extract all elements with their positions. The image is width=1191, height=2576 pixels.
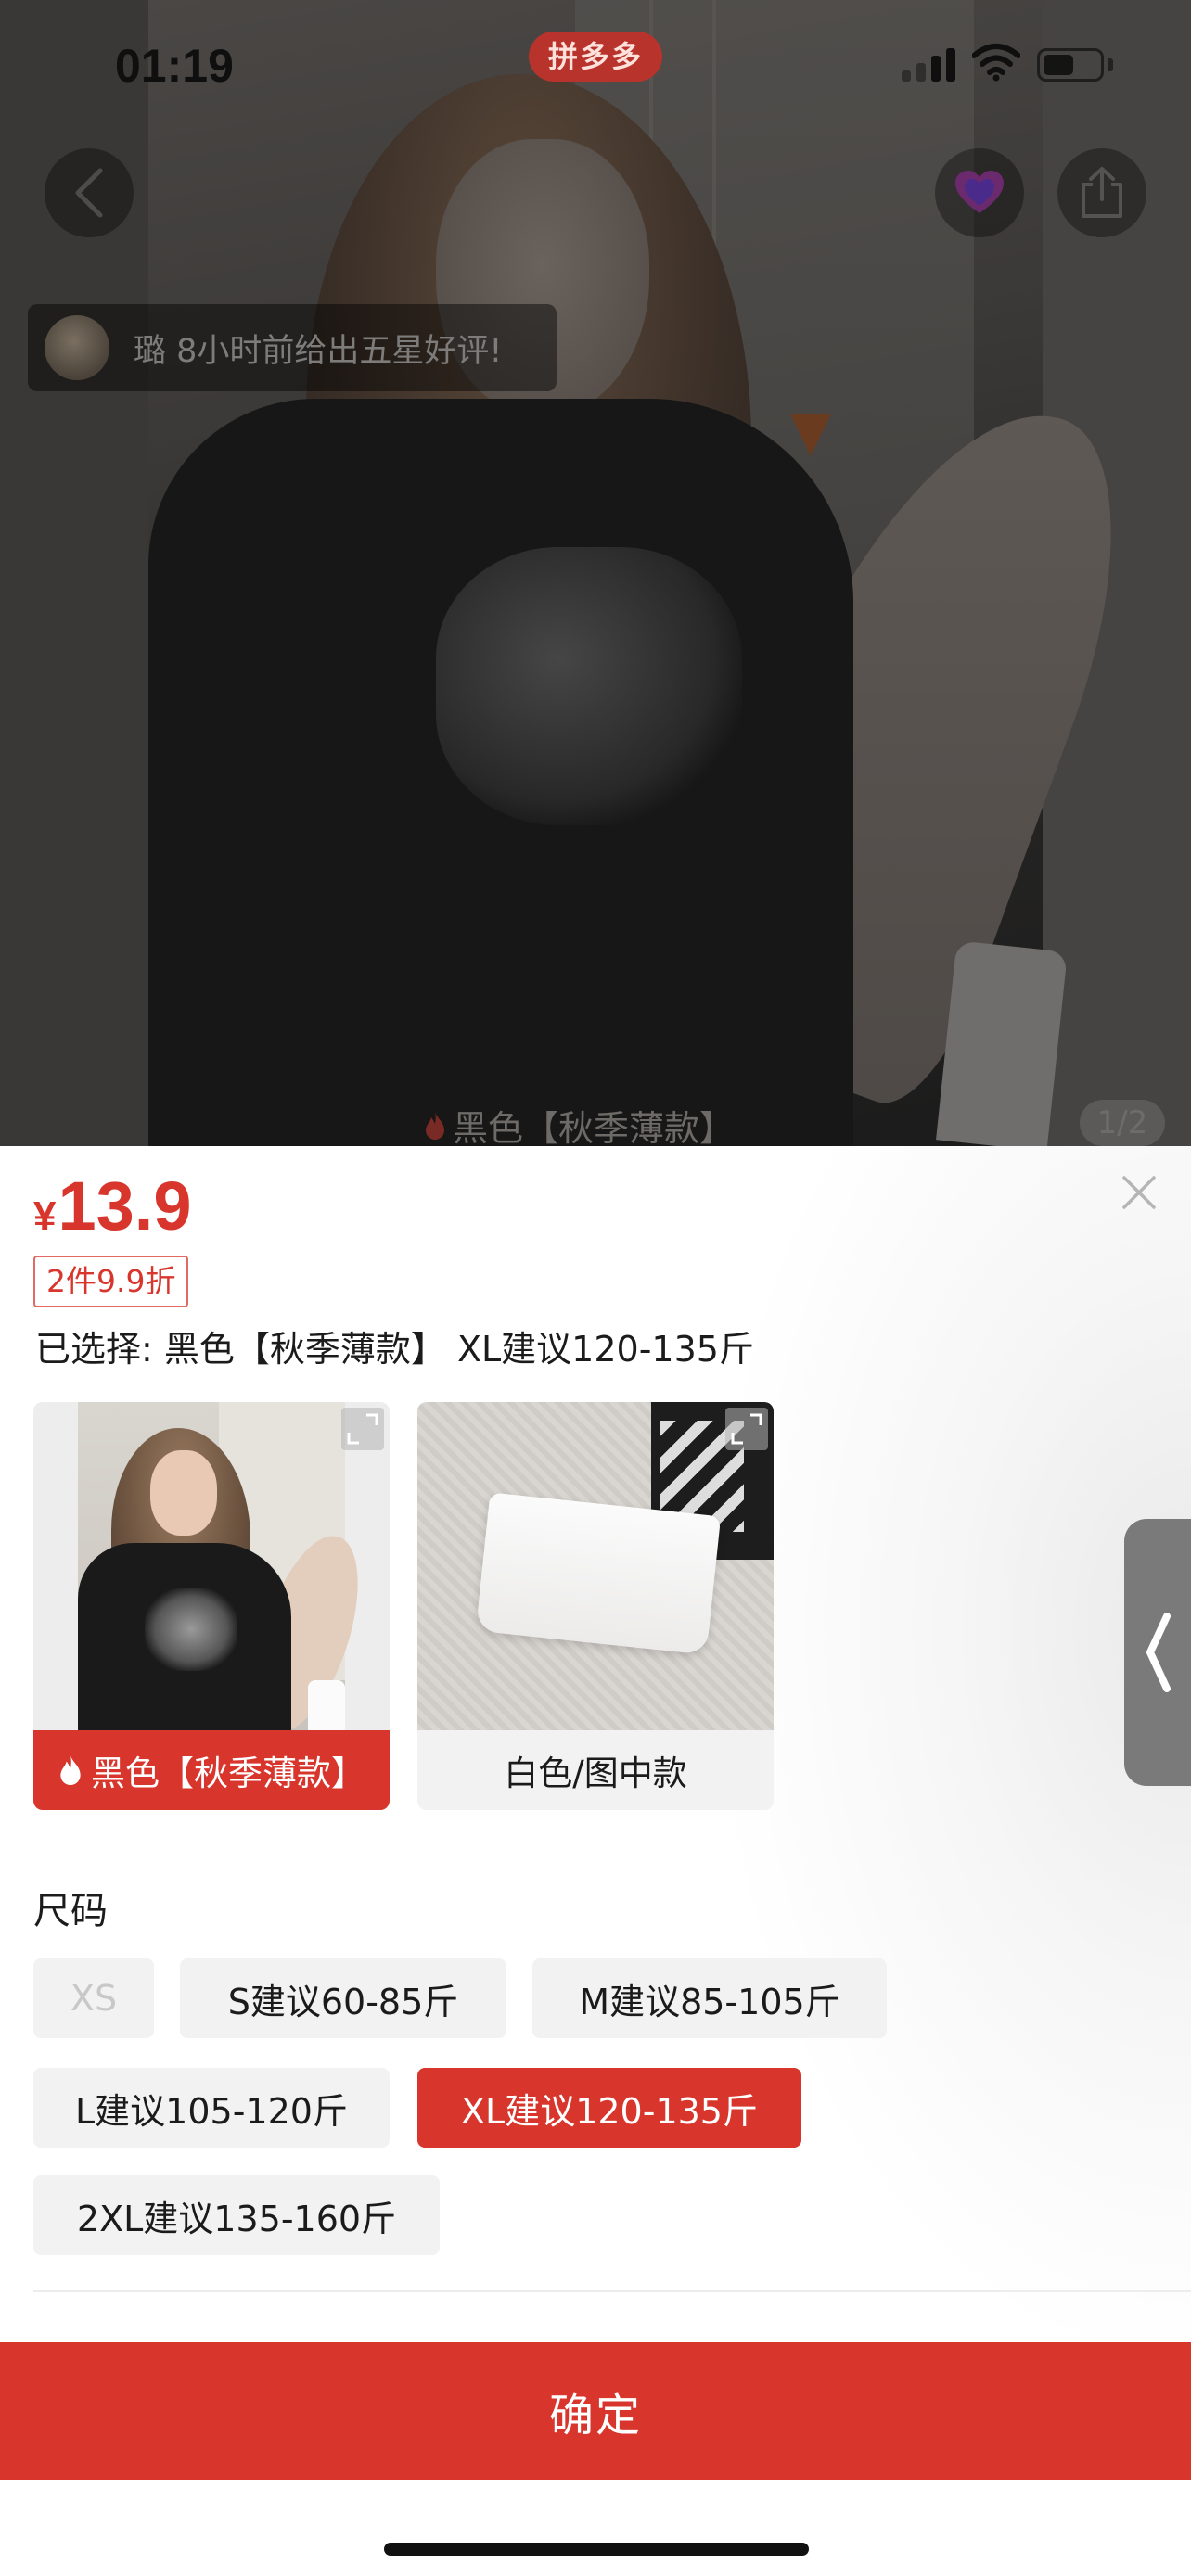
chevron-left-icon xyxy=(1146,1613,1171,1692)
favorite-button[interactable] xyxy=(935,148,1024,237)
photo-shirt-print xyxy=(436,547,742,825)
variant-label: 黑色【秋季薄款】 xyxy=(33,1730,390,1810)
variant-thumbnail xyxy=(417,1402,774,1730)
photo-caption-text: 黑色【秋季薄款】 xyxy=(453,1108,736,1146)
review-text: 璐 8小时前给出五星好评! xyxy=(134,332,503,370)
variant-thumbnail xyxy=(33,1402,390,1730)
divider xyxy=(33,2290,1191,2292)
product-photo[interactable]: 01:19 拼多多 璐 8小时前给出五星好评! 黑色【秋季薄款】 1/2 xyxy=(0,0,1191,1146)
variant-card-white[interactable]: 白色/图中款 xyxy=(417,1402,774,1810)
confirm-button[interactable]: 确定 xyxy=(0,2342,1191,2480)
flame-icon xyxy=(60,1755,81,1785)
wifi-icon xyxy=(972,44,1020,82)
favorite-icon xyxy=(955,171,1004,213)
discount-tag: 2件9.9折 xyxy=(33,1256,189,1307)
variant-card-black[interactable]: 黑色【秋季薄款】 xyxy=(33,1402,390,1810)
size-option-l[interactable]: L建议105-120斤 xyxy=(33,2068,390,2148)
share-icon xyxy=(1082,167,1122,218)
page-indicator: 1/2 xyxy=(1080,1100,1165,1146)
close-icon[interactable] xyxy=(1121,1174,1158,1211)
size-option-s[interactable]: S建议60-85斤 xyxy=(180,1958,506,2038)
size-option-m[interactable]: M建议85-105斤 xyxy=(532,1958,887,2038)
battery-tip xyxy=(1108,58,1113,71)
home-indicator xyxy=(384,2543,809,2556)
share-button[interactable] xyxy=(1057,148,1146,237)
photo-variant-caption: 黑色【秋季薄款】 xyxy=(423,1100,735,1146)
review-toast: 璐 8小时前给出五星好评! xyxy=(28,304,557,391)
back-icon xyxy=(75,168,103,218)
side-drawer-handle[interactable] xyxy=(1124,1519,1191,1786)
photo-sticker xyxy=(790,414,831,456)
sku-sheet: ¥ 13.9 2件9.9折 已选择: 黑色【秋季薄款】 XL建议120-135斤 xyxy=(0,1146,1191,2576)
app-root: 01:19 拼多多 璐 8小时前给出五星好评! 黑色【秋季薄款】 1/2 ¥ 1… xyxy=(0,0,1191,2576)
size-option-xl[interactable]: XL建议120-135斤 xyxy=(417,2068,801,2148)
variant-label-text: 黑色【秋季薄款】 xyxy=(91,1753,365,1793)
selected-summary: 已选择: 黑色【秋季薄款】 XL建议120-135斤 xyxy=(35,1329,754,1370)
price-currency: ¥ xyxy=(33,1193,57,1239)
app-badge: 拼多多 xyxy=(529,32,662,82)
avatar xyxy=(45,315,109,380)
price-amount: 13.9 xyxy=(58,1167,192,1244)
photo-sock xyxy=(936,940,1068,1146)
expand-icon[interactable] xyxy=(725,1408,768,1450)
signal-icon xyxy=(902,48,957,82)
variant-label-text: 白色/图中款 xyxy=(504,1753,687,1793)
variant-label: 白色/图中款 xyxy=(417,1730,774,1810)
status-time: 01:19 xyxy=(115,40,234,92)
size-section-title: 尺码 xyxy=(33,1890,108,1932)
battery-icon xyxy=(1037,48,1104,82)
flame-icon xyxy=(426,1111,444,1140)
back-button[interactable] xyxy=(45,148,134,237)
size-option-2xl[interactable]: 2XL建议135-160斤 xyxy=(33,2175,440,2255)
price: ¥ 13.9 xyxy=(33,1167,192,1245)
expand-icon[interactable] xyxy=(341,1408,384,1450)
size-option-xs[interactable]: XS xyxy=(33,1958,154,2038)
